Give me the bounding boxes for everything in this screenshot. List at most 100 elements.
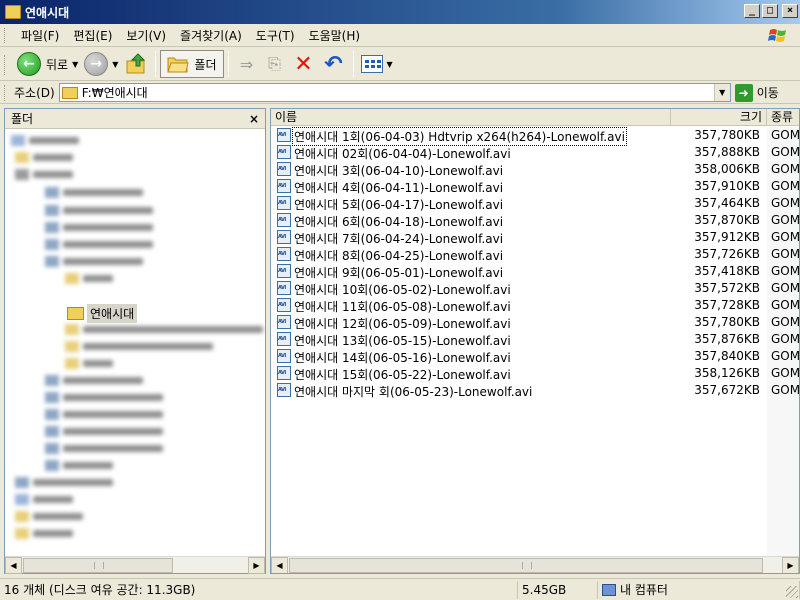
file-size: 357,840KB	[694, 349, 760, 363]
file-name: 연애시대 15회(06-05-22)-Lonewolf.avi	[294, 368, 511, 382]
menu-tools[interactable]: 도구(T)	[249, 25, 302, 46]
file-row[interactable]: 연애시대 10회(06-05-02)-Lonewolf.avi 357,572KB…	[271, 280, 799, 297]
close-icon[interactable]: ×	[249, 112, 259, 126]
chevron-down-icon[interactable]: ▼	[112, 60, 118, 69]
file-row[interactable]: 연애시대 9회(06-05-01)-Lonewolf.avi 357,418KB G…	[271, 263, 800, 280]
file-row[interactable]: 연애시대 4회(06-04-11)-Lonewolf.avi 357,910KB G…	[271, 178, 800, 195]
file-list-horizontal-scrollbar[interactable]: ◀ ▶	[271, 556, 799, 573]
file-row[interactable]: 연애시대 7회(06-04-24)-Lonewolf.avi 357,912KB G…	[271, 229, 800, 246]
delete-button[interactable]: ✕	[289, 50, 319, 78]
my-computer-icon	[602, 583, 616, 596]
file-row[interactable]: 연애시대 8회(06-04-25)-Lonewolf.avi 357,726KB G…	[271, 246, 799, 263]
video-file-icon	[277, 383, 291, 397]
file-size: 357,572KB	[694, 281, 760, 295]
scroll-thumb[interactable]	[23, 558, 173, 573]
file-name: 연애시대 마지막 회(06-05-23)-Lonewolf.avi	[294, 385, 533, 399]
minimize-button[interactable]: _	[744, 4, 760, 18]
address-dropdown-button[interactable]: ▼	[713, 84, 730, 101]
windows-logo-icon	[768, 29, 786, 42]
file-size: 357,780KB	[694, 128, 760, 142]
tree-item-selected[interactable]: 연애시대	[67, 304, 138, 323]
scroll-left-button[interactable]: ◀	[271, 557, 288, 573]
file-size: 357,876KB	[694, 332, 760, 346]
file-type: GOM	[771, 264, 800, 278]
chevron-down-icon[interactable]: ▼	[387, 60, 393, 69]
file-row[interactable]: 연애시대 11회(06-05-08)-Lonewolf.avi 357,728KB…	[271, 297, 799, 314]
address-bar: 주소(D) F:₩연애시대 ▼ ➜ 이동	[0, 82, 800, 104]
folder-pane: 폴더 × 연애시대 ◀ ▶	[4, 108, 266, 574]
folders-button[interactable]: 폴더	[160, 50, 224, 78]
video-file-icon	[277, 230, 291, 244]
file-size: 357,726KB	[694, 247, 760, 261]
file-row[interactable]: 연애시대 02회(06-04-04)-Lonewolf.avi 357,888KB…	[271, 144, 799, 161]
column-header-type[interactable]: 종류	[767, 109, 799, 126]
address-input[interactable]: F:₩연애시대 ▼	[58, 83, 731, 102]
scroll-right-button[interactable]: ▶	[248, 557, 265, 574]
scroll-thumb[interactable]	[289, 558, 763, 573]
file-type: GOM	[771, 230, 800, 244]
video-file-icon	[277, 298, 291, 312]
file-name: 연애시대 5회(06-04-17)-Lonewolf.avi	[294, 198, 504, 212]
folders-label: 폴더	[194, 57, 217, 72]
chevron-down-icon[interactable]: ▼	[72, 60, 78, 69]
toolbar-separator	[155, 51, 157, 77]
toolbar-grip[interactable]	[4, 55, 7, 75]
file-row[interactable]: 연애시대 1회(06-04-03) Hdtvrip x264(h264)-Lon…	[271, 127, 799, 146]
file-name: 연애시대 02회(06-04-04)-Lonewolf.avi	[294, 147, 511, 161]
folder-tree[interactable]: 연애시대	[5, 129, 265, 555]
video-file-icon	[277, 247, 291, 261]
menu-favorites[interactable]: 즐겨찾기(A)	[173, 25, 249, 46]
file-row[interactable]: 연애시대 5회(06-04-17)-Lonewolf.avi 357,464KB G…	[271, 195, 799, 212]
list-header: 이름 크기 종류	[271, 109, 799, 126]
file-name: 연애시대 9회(06-05-01)-Lonewolf.avi	[294, 266, 504, 280]
menu-file[interactable]: 파일(F)	[14, 25, 66, 46]
title-bar[interactable]: 연애시대 _ □ ×	[0, 0, 800, 24]
forward-button[interactable]: → ▼	[81, 50, 121, 78]
menu-edit[interactable]: 편집(E)	[66, 25, 119, 46]
column-header-size[interactable]: 크기	[671, 109, 767, 126]
file-row[interactable]: 연애시대 15회(06-05-22)-Lonewolf.avi 358,126KB…	[271, 365, 799, 382]
up-folder-button[interactable]	[121, 50, 151, 78]
menu-grip[interactable]	[4, 28, 7, 43]
file-name: 연애시대 7회(06-04-24)-Lonewolf.avi	[294, 232, 504, 246]
file-type: GOM	[771, 315, 800, 329]
status-bar: 16 개체 (디스크 여유 공간: 11.3GB) 5.45GB 내 컴퓨터	[0, 578, 800, 600]
video-file-icon	[277, 145, 291, 159]
back-button[interactable]: ← 뒤로 ▼	[14, 50, 81, 78]
go-arrow-icon: ➜	[734, 83, 753, 102]
file-row[interactable]: 연애시대 14회(06-05-16)-Lonewolf.avi 357,840KB…	[271, 348, 800, 365]
undo-button[interactable]: ↶	[319, 50, 349, 78]
menu-help[interactable]: 도움말(H)	[302, 25, 368, 46]
file-type: GOM	[771, 179, 800, 193]
resize-grip[interactable]	[786, 586, 798, 598]
file-row[interactable]: 연애시대 6회(06-04-18)-Lonewolf.avi 357,870KB G…	[271, 212, 799, 229]
maximize-button[interactable]: □	[762, 4, 778, 18]
video-file-icon	[277, 315, 291, 329]
go-button[interactable]: ➜ 이동	[734, 83, 779, 102]
folder-up-icon	[126, 53, 146, 74]
views-icon	[360, 55, 383, 73]
file-type: GOM	[771, 349, 800, 363]
move-to-button[interactable]: ⇒	[233, 50, 261, 78]
status-object-count: 16 개체 (디스크 여유 공간: 11.3GB)	[0, 580, 518, 599]
views-button[interactable]: ▼	[358, 50, 396, 78]
status-location-label: 내 컴퓨터	[620, 583, 668, 597]
file-list: 연애시대 1회(06-04-03) Hdtvrip x264(h264)-Lon…	[271, 127, 800, 557]
file-row[interactable]: 연애시대 13회(06-05-15)-Lonewolf.avi 357,876KB…	[271, 331, 799, 348]
window-title: 연애시대	[25, 5, 70, 20]
scroll-left-button[interactable]: ◀	[5, 556, 22, 574]
folder-pane-horizontal-scrollbar[interactable]: ◀ ▶	[5, 556, 265, 574]
address-grip[interactable]	[4, 85, 7, 101]
copy-to-button[interactable]: ⎘	[261, 50, 289, 78]
toolbar-separator	[227, 51, 229, 77]
file-size: 357,912KB	[694, 230, 760, 244]
file-row[interactable]: 연애시대 3회(06-04-10)-Lonewolf.avi 358,006KB G…	[271, 161, 799, 178]
file-row[interactable]: 연애시대 12회(06-05-09)-Lonewolf.avi 357,780KB…	[271, 314, 800, 331]
scroll-right-button[interactable]: ▶	[782, 557, 799, 573]
column-header-name[interactable]: 이름	[271, 109, 671, 126]
file-name: 연애시대 1회(06-04-03) Hdtvrip x264(h264)-Lon…	[292, 127, 627, 146]
menu-view[interactable]: 보기(V)	[119, 25, 173, 46]
close-button[interactable]: ×	[782, 4, 798, 18]
file-row[interactable]: 연애시대 마지막 회(06-05-23)-Lonewolf.avi 357,672…	[271, 382, 799, 399]
file-size: 358,006KB	[694, 162, 760, 176]
